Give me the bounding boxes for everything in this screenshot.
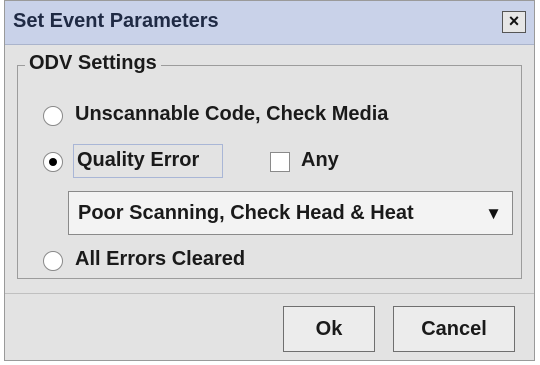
any-checkbox-label[interactable]: Any — [301, 149, 339, 172]
footer-divider — [5, 293, 534, 294]
title-bar: Set Event Parameters × — [5, 1, 534, 45]
error-type-select-value: Poor Scanning, Check Head & Heat — [78, 202, 414, 224]
error-type-select[interactable]: Poor Scanning, Check Head & Heat ▼ — [68, 191, 513, 235]
cancel-button[interactable]: Cancel — [393, 306, 515, 352]
radio-unscannable-code-label[interactable]: Unscannable Code, Check Media — [75, 103, 388, 126]
radio-unscannable-code[interactable] — [43, 106, 63, 126]
radio-all-errors-cleared-label[interactable]: All Errors Cleared — [75, 248, 245, 271]
ok-button[interactable]: Ok — [283, 306, 375, 352]
set-event-parameters-dialog: Set Event Parameters × ODV Settings Unsc… — [4, 0, 535, 361]
radio-all-errors-cleared[interactable] — [43, 251, 63, 271]
radio-quality-error[interactable] — [43, 152, 63, 172]
chevron-down-icon[interactable]: ▼ — [485, 204, 502, 224]
any-checkbox[interactable] — [270, 152, 290, 172]
close-icon[interactable]: × — [502, 11, 526, 33]
dialog-title: Set Event Parameters — [13, 10, 219, 32]
group-title: ODV Settings — [25, 52, 161, 75]
radio-quality-error-label[interactable]: Quality Error — [77, 149, 199, 172]
